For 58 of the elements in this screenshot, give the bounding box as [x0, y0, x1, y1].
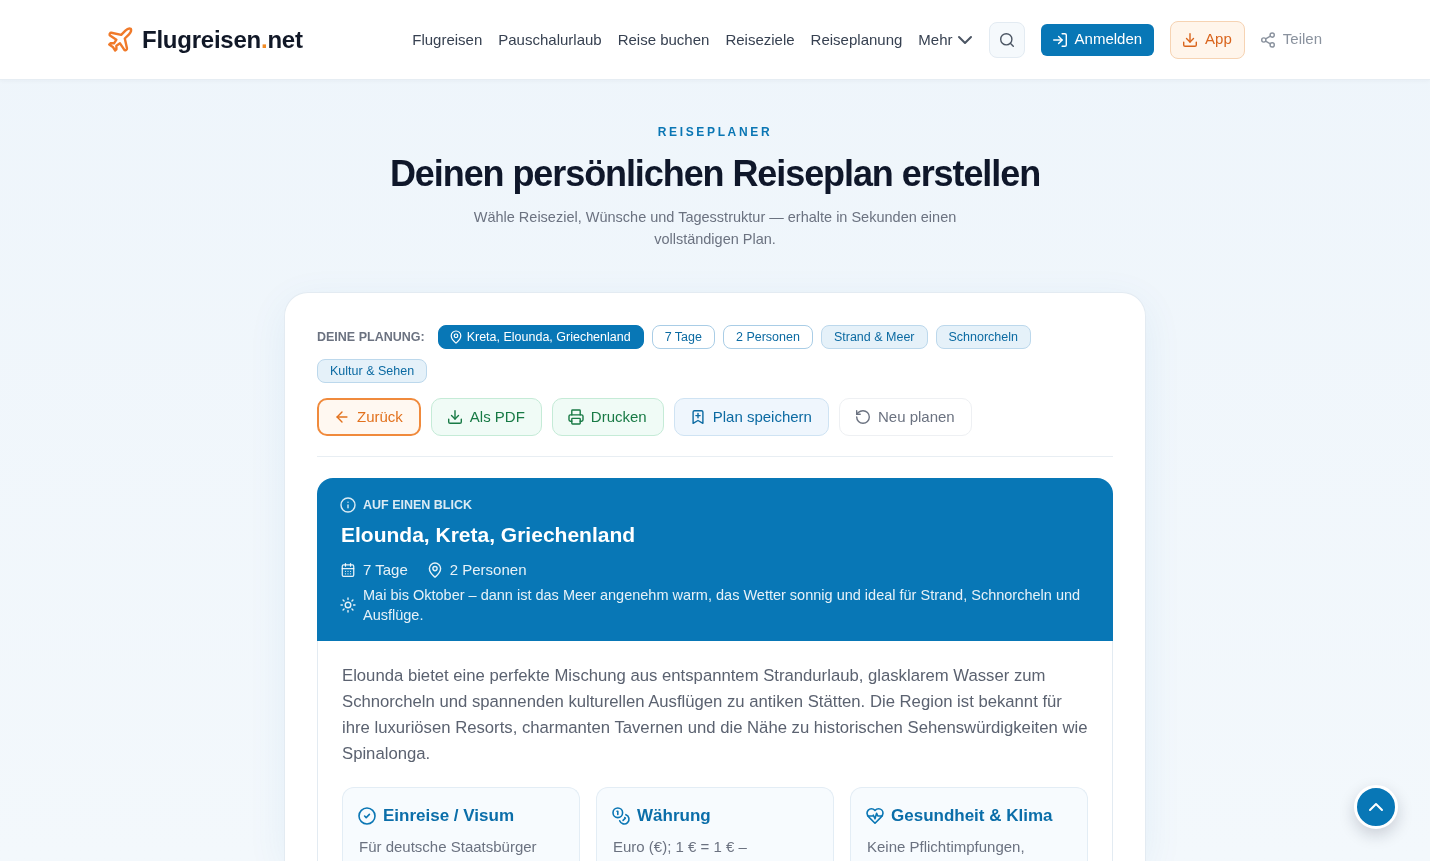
share-icon: [1260, 32, 1275, 47]
calendar-icon: [341, 563, 355, 577]
page-title: Deinen persönlichen Reiseplan erstellen: [389, 152, 1041, 196]
coins-icon: [613, 808, 629, 824]
nav-link[interactable]: Reiseziele: [725, 27, 795, 52]
nav-link[interactable]: Reise buchen: [617, 27, 710, 52]
sun-icon: [341, 598, 355, 612]
chevron-down-icon: [958, 36, 971, 43]
best-travel-time: Mai bis Oktober – dann ist das Meer angenehm warm, das Wetter sonnig und ideal für Strand, Schnorcheln und Ausflüge.: [363, 586, 1082, 625]
info-card-title: Gesundheit & Klima: [891, 805, 1053, 827]
print-button[interactable]: Drucken: [551, 398, 664, 436]
interest-tag: Schnorcheln: [935, 325, 1031, 349]
back-button[interactable]: Zurück: [317, 398, 421, 436]
download-icon: [447, 410, 462, 424]
info-card-text: Keine Pflichtimpfungen,: [867, 837, 1026, 857]
info-card-title: Einreise / Visum: [383, 805, 515, 827]
sign-in-icon: [1052, 32, 1067, 47]
printer-icon: [568, 410, 583, 424]
info-icon: [341, 498, 355, 512]
replan-button[interactable]: Neu planen: [838, 398, 972, 436]
info-card-text: Euro (€); 1 € = 1 € –: [613, 837, 748, 857]
overview-eyebrow: AUF EINEN BLICK: [363, 497, 473, 513]
destination-intro: Elounda bietet eine perfekte Mischung aus entspanntem Strandurlaub, glasklarem Wasser zum Schnorcheln und spannenden kulturellen Ausflügen zu antiken Stätten. Die Region ist bekannt für ihre luxuriösen Resorts, charmanten Tavernen und die Nähe zu historischen Sehenswürdigkeiten wie Spinalonga.: [342, 665, 1088, 765]
app-button[interactable]: App: [1170, 20, 1245, 59]
destination-label: Kreta, Elounda, Griechenland: [466, 328, 631, 346]
download-icon: [1183, 32, 1198, 47]
map-pin-icon: [427, 563, 442, 577]
login-button[interactable]: Anmelden: [1040, 23, 1155, 56]
plane-icon: [108, 27, 132, 52]
section-eyebrow: REISEPLANER: [657, 124, 773, 140]
check-circle-icon: [359, 808, 375, 824]
heart-pulse-icon: [867, 808, 883, 824]
info-card-text: Für deutsche Staatsbürger: [359, 837, 538, 857]
trip-fact: 2 Personen: [449, 560, 527, 580]
page-subtitle: Wähle Reiseziel, Wünsche und Tagesstruktur — erhalte in Sekunden einen vollständigen Plan.: [472, 208, 958, 249]
save-plan-button[interactable]: Plan speichern: [673, 398, 829, 436]
destination-title: Elounda, Kreta, Griechenland: [341, 522, 637, 548]
nav-link[interactable]: Flugreisen: [412, 27, 483, 52]
interest-tag: Kultur & Sehen: [317, 359, 428, 383]
info-card-title: Währung: [637, 805, 711, 827]
search-icon: [999, 32, 1014, 47]
nav-link[interactable]: Reiseplanung: [810, 27, 903, 52]
trip-fact: 7 Tage: [363, 560, 408, 580]
trip-fact-tag: 2 Personen: [722, 325, 813, 349]
trip-fact-tag: 7 Tage: [651, 325, 715, 349]
nav-link[interactable]: Pauschalurlaub: [498, 27, 602, 52]
planning-label: DEINE PLANUNG:: [317, 329, 425, 346]
pdf-button[interactable]: Als PDF: [430, 398, 542, 436]
map-pin-icon: [450, 331, 461, 343]
chevron-up-icon: [1370, 804, 1382, 810]
interest-tag: Strand & Meer: [820, 325, 928, 349]
bookmark-plus-icon: [690, 410, 705, 424]
search-button[interactable]: [988, 21, 1025, 58]
back-to-top-button[interactable]: [1354, 785, 1398, 829]
nav-menu-button[interactable]: Mehr: [918, 27, 971, 52]
share-button[interactable]: Teilen: [1260, 23, 1322, 56]
logo-text[interactable]: Flugreisen.net: [142, 23, 303, 56]
refresh-icon: [855, 410, 870, 424]
